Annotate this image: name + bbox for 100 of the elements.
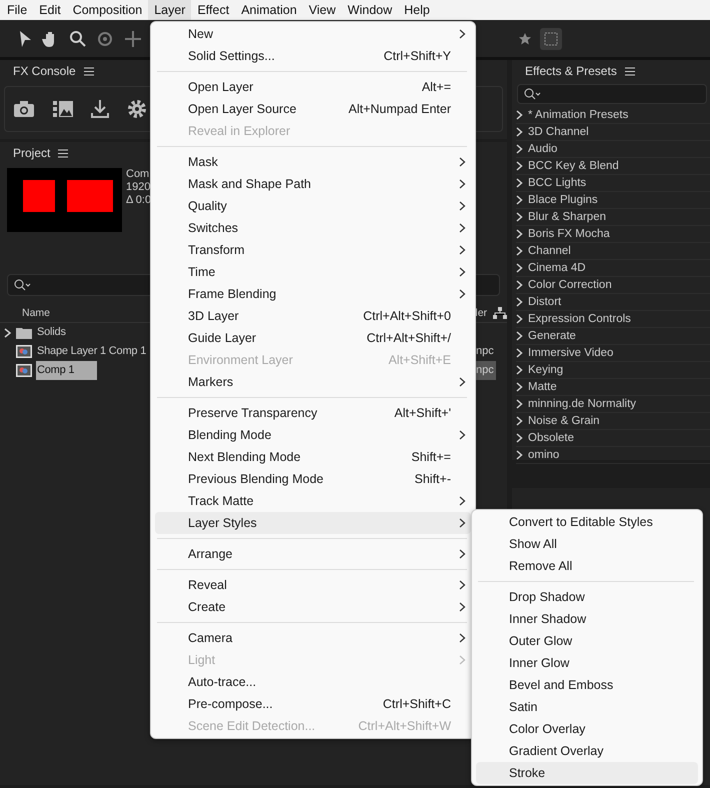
effect-category[interactable]: Distort — [528, 296, 562, 308]
chevron-icon — [458, 496, 466, 506]
menu-item[interactable]: Transform — [155, 239, 471, 261]
menu-item[interactable]: Inner Shadow — [476, 608, 698, 630]
effect-category[interactable]: Noise & Grain — [528, 415, 600, 427]
effect-category[interactable]: 3D Channel — [528, 126, 589, 138]
menu-item[interactable]: Next Blending Mode Shift+= — [155, 446, 471, 468]
column-header[interactable]: ler — [475, 307, 488, 319]
menu-item[interactable]: Gradient Overlay — [476, 740, 698, 762]
effect-category[interactable]: Channel — [528, 245, 571, 257]
panel-title: Effects & Presets — [525, 64, 617, 78]
search-icon — [524, 88, 542, 100]
menu-item[interactable]: Show All — [476, 533, 698, 555]
menu-bar-item[interactable]: Layer — [148, 0, 192, 20]
menu-item[interactable]: Color Overlay — [476, 718, 698, 740]
project-item[interactable]: Shape Layer 1 Comp 1 — [36, 342, 146, 361]
chevron-icon — [458, 518, 466, 528]
chevron-icon — [458, 201, 466, 211]
panel-title: FX Console — [13, 64, 76, 78]
effect-category[interactable]: BCC Key & Blend — [528, 160, 619, 172]
effect-category[interactable]: BCC Lights — [528, 177, 586, 189]
menu-item[interactable]: Layer Styles — [155, 512, 471, 534]
menu-item[interactable]: Remove All — [476, 555, 698, 577]
grid-box-icon[interactable] — [540, 28, 562, 50]
menu-item[interactable]: Drop Shadow — [476, 586, 698, 608]
effect-category[interactable]: Keying — [528, 364, 564, 376]
menu-item[interactable]: Create — [155, 596, 471, 618]
menu-item[interactable]: Mask — [155, 151, 471, 173]
menu-item[interactable]: Preserve Transparency Alt+Shift+' — [155, 402, 471, 424]
effect-category[interactable]: minning.de Normality — [528, 398, 636, 410]
menu-bar-item[interactable]: View — [302, 0, 342, 20]
chevron-icon — [458, 633, 466, 643]
menu-item[interactable]: Satin — [476, 696, 698, 718]
menu-bar-item[interactable]: Help — [398, 0, 436, 20]
menu-item[interactable]: Quality — [155, 195, 471, 217]
menu-bar-item[interactable]: File — [1, 0, 34, 20]
effect-category[interactable]: Expression Controls — [528, 313, 631, 325]
menu-item[interactable]: Outer Glow — [476, 630, 698, 652]
menu-item[interactable]: Solid Settings... Ctrl+Shift+Y — [155, 45, 471, 67]
effect-category[interactable]: Blace Plugins — [528, 194, 598, 206]
search-field[interactable] — [517, 84, 707, 104]
menu-item[interactable]: Track Matte — [155, 490, 471, 512]
effect-category[interactable]: Immersive Video — [528, 347, 614, 359]
menu-bar-item[interactable]: Edit — [33, 0, 67, 20]
menu-bar-item[interactable]: Animation — [235, 0, 303, 20]
composition-info: Com — [126, 168, 150, 181]
effect-category[interactable]: Blur & Sharpen — [528, 211, 606, 223]
project-item[interactable]: Solids — [36, 323, 97, 342]
chevron-icon — [458, 549, 466, 559]
menu-icon[interactable] — [58, 148, 68, 158]
effect-category[interactable]: omino — [528, 449, 560, 461]
effect-category[interactable]: Cinema 4D — [528, 262, 586, 274]
gear-icon[interactable] — [127, 99, 147, 119]
menu-item[interactable]: Stroke — [476, 762, 698, 784]
menu-item[interactable]: Switches — [155, 217, 471, 239]
menu-item[interactable]: Blending Mode — [155, 424, 471, 446]
chevron-icon — [458, 179, 466, 189]
menu-item[interactable]: Open Layer Alt+= — [155, 76, 471, 98]
menu-item[interactable]: Bevel and Emboss — [476, 674, 698, 696]
menu-bar-item[interactable]: Window — [342, 0, 398, 20]
menu-bar-item[interactable]: Effect — [191, 0, 236, 20]
table-cell: npc — [476, 345, 494, 357]
star-icon[interactable] — [518, 32, 532, 46]
camera-icon[interactable] — [13, 100, 35, 118]
chevron-icon — [458, 267, 466, 277]
effect-category[interactable]: Obsolete — [528, 432, 574, 444]
menu-item[interactable]: Pre-compose... Ctrl+Shift+C — [155, 693, 471, 715]
search-icon[interactable] — [68, 28, 86, 48]
menu-item[interactable]: Inner Glow — [476, 652, 698, 674]
effect-category[interactable]: * Animation Presets — [528, 109, 628, 121]
menu-item[interactable]: Camera — [155, 627, 471, 649]
effect-category[interactable]: Audio — [528, 143, 558, 155]
hierarchy-icon[interactable] — [493, 307, 507, 319]
menu-item[interactable]: Convert to Editable Styles — [476, 511, 698, 533]
menu-item[interactable]: Arrange — [155, 543, 471, 565]
menu-item[interactable]: Guide Layer Ctrl+Alt+Shift+/ — [155, 327, 471, 349]
chevron-icon — [458, 580, 466, 590]
menu-item[interactable]: Mask and Shape Path — [155, 173, 471, 195]
effect-category[interactable]: Boris FX Mocha — [528, 228, 610, 240]
chevron-icon — [458, 157, 466, 167]
menu-item[interactable]: Time — [155, 261, 471, 283]
move-icon[interactable] — [124, 28, 142, 48]
menu-item[interactable]: Auto-trace... — [155, 671, 471, 693]
effect-category[interactable]: Generate — [528, 330, 576, 342]
menu-icon[interactable] — [84, 66, 94, 76]
chevron-icon — [458, 602, 466, 612]
effect-category[interactable]: Color Correction — [528, 279, 612, 291]
menu-item[interactable]: Frame Blending — [155, 283, 471, 305]
menu-item[interactable]: Previous Blending Mode Shift+- — [155, 468, 471, 490]
expand-chevron-icon[interactable] — [4, 328, 12, 338]
effect-category[interactable]: Matte — [528, 381, 557, 393]
menu-bar-item[interactable]: Composition — [66, 0, 148, 20]
menu-icon[interactable] — [624, 66, 635, 76]
menu-item[interactable]: Markers — [155, 371, 471, 393]
download-icon[interactable] — [91, 99, 109, 119]
project-item[interactable]: Comp 1 — [36, 361, 97, 380]
menu-item[interactable]: 3D Layer Ctrl+Alt+Shift+0 — [155, 305, 471, 327]
folder-icon — [16, 326, 32, 338]
image-icon[interactable] — [53, 101, 73, 117]
menu-item[interactable]: Reveal — [155, 574, 471, 596]
